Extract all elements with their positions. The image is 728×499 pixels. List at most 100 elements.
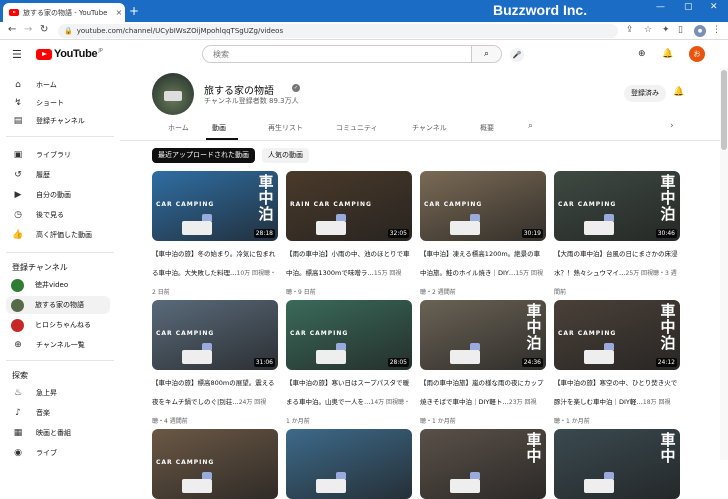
video-card[interactable]: RAIN CAR CAMPING 32:05 【雨の車中泊】小雨の中、池のほとりで車…	[286, 171, 412, 298]
reload-icon[interactable]: ↻	[40, 24, 48, 35]
sidebar-item-label: チャンネル一覧	[36, 341, 85, 349]
history-icon: ↺	[14, 170, 22, 180]
browser-tab-bar: 旅する家の物語 - YouTube × + Buzzword Inc. — ▢ …	[0, 0, 728, 22]
video-duration: 24:36	[521, 358, 543, 367]
youtube-logo[interactable]: YouTube JP	[36, 48, 103, 60]
search-icon[interactable]: ⌕	[471, 46, 501, 62]
sidebar-item-channel[interactable]: 旅する家の物語	[6, 296, 110, 314]
video-card[interactable]: 車中泊 24:36 【雨の車中泊旅】嵐の様な雨の夜にカップ焼きそばで車中泊｜DIY軽…	[420, 300, 546, 427]
shorts-icon: ↯	[14, 98, 22, 108]
video-card[interactable]: 車中	[554, 429, 680, 499]
video-thumbnail[interactable]	[286, 429, 412, 499]
sidebar-item-trending[interactable]: ♨ 急上昇	[6, 384, 110, 402]
tab-home[interactable]: ホーム	[168, 123, 189, 133]
active-tab-indicator	[206, 138, 238, 140]
video-card[interactable]: CAR CAMPING 31:06 【車中泊の旅】標高800mの展望。震える夜をキム…	[152, 300, 278, 427]
brand-overlay: Buzzword Inc.	[493, 2, 588, 18]
bookmark-star-icon[interactable]: ☆	[644, 25, 652, 35]
thumbnail-kanji-text: 車中	[526, 431, 542, 465]
video-thumbnail[interactable]: 車中	[420, 429, 546, 499]
sidebar-item-history[interactable]: ↺ 履歴	[6, 166, 110, 184]
video-card[interactable]: CAR CAMPING 30:19 【車中泊】凍える標高1200m。絶景の車中泊旅。…	[420, 171, 546, 298]
sidebar-item-my-videos[interactable]: ▶ 自分の動画	[6, 186, 110, 204]
video-thumbnail[interactable]: CAR CAMPING 31:06	[152, 300, 278, 370]
url-field[interactable]: 🔒 youtube.com/channel/UCybIWsZOijMpohlqq…	[58, 24, 618, 38]
thumbnail-overlay-text: RAIN CAR CAMPING	[290, 201, 372, 208]
video-thumbnail[interactable]: CAR CAMPING 30:19	[420, 171, 546, 241]
video-thumbnail[interactable]: 車中泊 24:36	[420, 300, 546, 370]
video-thumbnail[interactable]: CAR CAMPING 車中泊 24:12	[554, 300, 680, 370]
video-duration: 32:05	[387, 229, 409, 238]
sidebar-item-label: 高く評価した動画	[36, 231, 92, 239]
sidebar-item-channel[interactable]: 徳井video	[6, 276, 110, 294]
thumbnail-van-illustration	[584, 343, 614, 364]
tab-channels[interactable]: チャンネル	[412, 123, 447, 133]
search-input[interactable]	[203, 46, 471, 62]
video-card[interactable]: 車中	[420, 429, 546, 499]
tab-playlists[interactable]: 再生リスト	[268, 123, 303, 133]
thumbnail-van-illustration	[182, 214, 212, 235]
close-tab-icon[interactable]: ×	[113, 8, 125, 17]
video-thumbnail[interactable]: 車中	[554, 429, 680, 499]
video-card[interactable]: CAR CAMPING 車中泊 28:18 【車中泊の旅】冬の始まり。冷気に包まれる車…	[152, 171, 278, 298]
sidepanel-icon[interactable]: ▯	[678, 25, 683, 35]
video-thumbnail[interactable]: RAIN CAR CAMPING 32:05	[286, 171, 412, 241]
hamburger-menu-icon[interactable]: ☰	[12, 48, 22, 61]
channel-bell-icon[interactable]: 🔔	[673, 87, 684, 97]
browser-tab[interactable]: 旅する家の物語 - YouTube ×	[3, 3, 125, 22]
video-thumbnail[interactable]: CAR CAMPING 車中泊 30:46	[554, 171, 680, 241]
tab-videos[interactable]: 動画	[212, 123, 226, 133]
chip-recent[interactable]: 最近アップロードされた動画	[152, 148, 255, 163]
sidebar-item-watch-later[interactable]: ◷ 後で見る	[6, 206, 110, 224]
notifications-bell-icon[interactable]: 🔔	[662, 49, 673, 59]
sidebar-item-home[interactable]: ⌂ ホーム	[6, 76, 110, 94]
forward-icon[interactable]: →	[24, 24, 32, 35]
thumbnail-overlay-text: CAR CAMPING	[558, 330, 617, 337]
video-thumbnail[interactable]: CAR CAMPING 28:05	[286, 300, 412, 370]
close-window-icon[interactable]: ✕	[710, 2, 718, 12]
back-icon[interactable]: ←	[8, 24, 16, 35]
thumbnail-van-illustration	[450, 472, 480, 493]
thumbnail-van-illustration	[316, 214, 346, 235]
mic-icon[interactable]: 🎤	[510, 48, 524, 62]
sidebar-item-shorts[interactable]: ↯ ショート	[6, 94, 110, 112]
account-avatar[interactable]: お	[689, 46, 705, 62]
create-video-icon[interactable]: ⊕	[638, 49, 646, 59]
tab-community[interactable]: コミュニティ	[336, 123, 378, 133]
tab-about[interactable]: 概要	[480, 123, 494, 133]
subscribed-button[interactable]: 登録済み	[624, 85, 666, 102]
chevron-right-icon[interactable]: ›	[670, 121, 674, 131]
new-tab-button[interactable]: +	[129, 4, 139, 18]
video-card[interactable]: CAR CAMPING	[152, 429, 278, 499]
sidebar-item-liked[interactable]: 👍 高く評価した動画	[6, 226, 110, 244]
video-card[interactable]: CAR CAMPING 車中泊 30:46 【大雨の車中泊】台風の日にまさかの床浸水？…	[554, 171, 680, 298]
video-card[interactable]: CAR CAMPING 車中泊 24:12 【車中泊の旅】寒空の中、ひとり焚き火で豚汁…	[554, 300, 680, 427]
video-duration: 30:19	[521, 229, 543, 238]
share-icon[interactable]: ⇪	[626, 25, 634, 35]
sidebar-item-library[interactable]: ▣ ライブラリ	[6, 146, 110, 164]
sidebar-item-channel[interactable]: ヒロシちゃんねる	[6, 316, 110, 334]
channel-search-icon[interactable]: ⌕	[528, 121, 533, 131]
video-thumbnail[interactable]: CAR CAMPING	[152, 429, 278, 499]
library-icon: ▣	[13, 150, 23, 160]
thumbnail-van-illustration	[584, 472, 614, 493]
browser-profile-avatar[interactable]: ●	[694, 25, 706, 37]
sidebar-divider	[6, 360, 114, 361]
sidebar-item-music[interactable]: ♪ 音楽	[6, 404, 110, 422]
sidebar-item-subscriptions[interactable]: ▤ 登録チャンネル	[6, 112, 110, 130]
channel-avatar-large[interactable]	[152, 73, 194, 115]
sidebar-item-label: 徳井video	[35, 281, 69, 289]
sidebar-item-movies[interactable]: ▦ 映画と番組	[6, 424, 110, 442]
chip-popular[interactable]: 人気の動画	[262, 148, 309, 163]
sidebar-item-label: 音楽	[36, 409, 50, 417]
sidebar-item-all-channels[interactable]: ⊕ チャンネル一覧	[6, 336, 110, 354]
video-card[interactable]	[286, 429, 412, 499]
video-thumbnail[interactable]: CAR CAMPING 車中泊 28:18	[152, 171, 278, 241]
video-card[interactable]: CAR CAMPING 28:05 【車中泊の旅】寒い日はスープパスタで暖まる車中泊…	[286, 300, 412, 427]
minimize-icon[interactable]: —	[656, 2, 665, 12]
maximize-icon[interactable]: ▢	[684, 2, 693, 12]
extensions-icon[interactable]: ✦	[662, 25, 670, 35]
sidebar-item-live[interactable]: ◉ ライブ	[6, 444, 110, 462]
scrollbar-thumb[interactable]	[721, 70, 727, 150]
browser-menu-icon[interactable]: ⋮	[712, 25, 721, 35]
